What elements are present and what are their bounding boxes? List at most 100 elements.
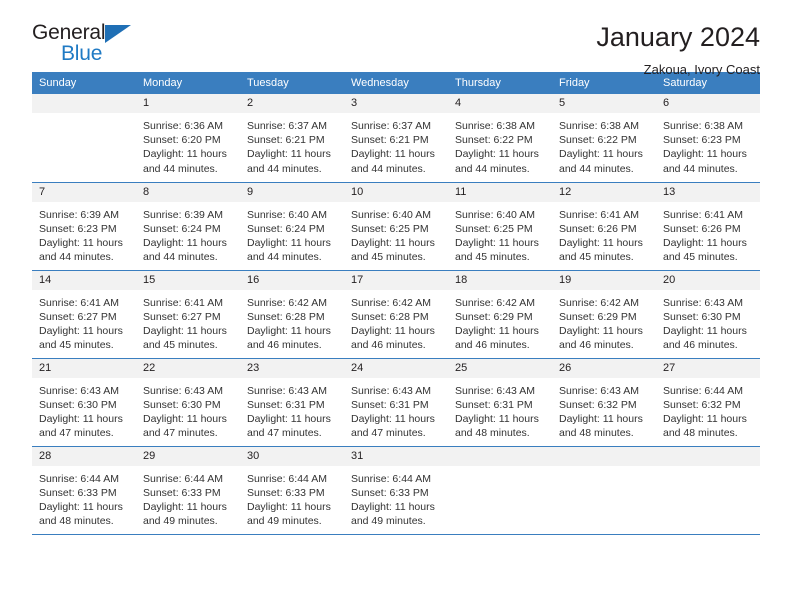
calendar-day-cell[interactable]: 6 Sunrise: 6:38 AM Sunset: 6:23 PM Daylight… <box>656 94 760 182</box>
calendar-empty-cell <box>552 446 656 534</box>
calendar-day-cell[interactable]: 25 Sunrise: 6:43 AM Sunset: 6:31 PM Dayligh… <box>448 358 552 446</box>
calendar-day-cell[interactable]: 18 Sunrise: 6:42 AM Sunset: 6:29 PM Dayligh… <box>448 270 552 358</box>
calendar-day-cell[interactable]: 4 Sunrise: 6:38 AM Sunset: 6:22 PM Daylight… <box>448 94 552 182</box>
daylight-text-line1: Daylight: 11 hours <box>455 412 539 425</box>
calendar-day-cell[interactable]: 13 Sunrise: 6:41 AM Sunset: 6:26 PM Dayligh… <box>656 182 760 270</box>
sunset-text: Sunset: 6:26 PM <box>559 222 637 235</box>
calendar-day-cell[interactable]: 15 Sunrise: 6:41 AM Sunset: 6:27 PM Dayligh… <box>136 270 240 358</box>
sunrise-text: Sunrise: 6:38 AM <box>455 120 535 132</box>
calendar-day-cell[interactable]: 19 Sunrise: 6:42 AM Sunset: 6:29 PM Dayligh… <box>552 270 656 358</box>
daylight-text-line2: and 45 minutes. <box>455 251 530 264</box>
day-details: Sunrise: 6:43 AM Sunset: 6:32 PM Daylight:… <box>552 378 656 441</box>
sunrise-text: Sunrise: 6:43 AM <box>559 384 639 397</box>
sunrise-text: Sunrise: 6:40 AM <box>247 208 327 221</box>
title-block: January 2024 Zakoua, Ivory Coast <box>596 22 760 77</box>
daylight-text-line1: Daylight: 11 hours <box>143 500 227 513</box>
calendar-day-cell[interactable]: 10 Sunrise: 6:40 AM Sunset: 6:25 PM Dayligh… <box>344 182 448 270</box>
sunset-text: Sunset: 6:31 PM <box>247 398 325 411</box>
calendar-table: Sunday Monday Tuesday Wednesday Thursday… <box>32 72 760 535</box>
day-details: Sunrise: 6:42 AM Sunset: 6:29 PM Daylight:… <box>552 290 656 353</box>
calendar-day-cell[interactable]: 28 Sunrise: 6:44 AM Sunset: 6:33 PM Dayligh… <box>32 446 136 534</box>
daylight-text-line1: Daylight: 11 hours <box>455 148 539 161</box>
calendar-day-cell[interactable]: 20 Sunrise: 6:43 AM Sunset: 6:30 PM Dayligh… <box>656 270 760 358</box>
day-number: 22 <box>136 358 240 378</box>
day-number: 10 <box>344 182 448 202</box>
day-details: Sunrise: 6:38 AM Sunset: 6:22 PM Daylight:… <box>448 113 552 176</box>
sunset-text: Sunset: 6:25 PM <box>455 222 533 235</box>
daylight-text-line2: and 47 minutes. <box>143 427 218 440</box>
daylight-text-line2: and 45 minutes. <box>559 251 634 264</box>
calendar-day-cell[interactable]: 30 Sunrise: 6:44 AM Sunset: 6:33 PM Dayligh… <box>240 446 344 534</box>
sunrise-text: Sunrise: 6:41 AM <box>143 296 223 309</box>
calendar-day-cell[interactable]: 2 Sunrise: 6:37 AM Sunset: 6:21 PM Daylight… <box>240 94 344 182</box>
calendar-day-cell[interactable]: 9 Sunrise: 6:40 AM Sunset: 6:24 PM Daylight… <box>240 182 344 270</box>
daylight-text-line1: Daylight: 11 hours <box>559 148 643 161</box>
calendar-day-cell[interactable]: 7 Sunrise: 6:39 AM Sunset: 6:23 PM Daylight… <box>32 182 136 270</box>
day-number: 7 <box>32 182 136 202</box>
daylight-text-line2: and 45 minutes. <box>143 339 218 352</box>
daylight-text-line1: Daylight: 11 hours <box>351 236 435 249</box>
day-number <box>448 446 552 466</box>
calendar-day-cell[interactable]: 1 Sunrise: 6:36 AM Sunset: 6:20 PM Daylight… <box>136 94 240 182</box>
calendar-day-cell[interactable]: 21 Sunrise: 6:43 AM Sunset: 6:30 PM Dayligh… <box>32 358 136 446</box>
calendar-day-cell[interactable]: 24 Sunrise: 6:43 AM Sunset: 6:31 PM Dayligh… <box>344 358 448 446</box>
calendar-day-cell[interactable]: 23 Sunrise: 6:43 AM Sunset: 6:31 PM Dayligh… <box>240 358 344 446</box>
day-number: 17 <box>344 270 448 290</box>
calendar-day-cell[interactable]: 26 Sunrise: 6:43 AM Sunset: 6:32 PM Dayligh… <box>552 358 656 446</box>
calendar-day-cell[interactable]: 8 Sunrise: 6:39 AM Sunset: 6:24 PM Daylight… <box>136 182 240 270</box>
daylight-text-line2: and 48 minutes. <box>663 427 738 440</box>
sunrise-text: Sunrise: 6:42 AM <box>559 296 639 309</box>
sunset-text: Sunset: 6:27 PM <box>39 310 117 323</box>
daylight-text-line1: Daylight: 11 hours <box>143 324 227 337</box>
calendar-body: 1 Sunrise: 6:36 AM Sunset: 6:20 PM Daylight… <box>32 94 760 534</box>
logo-triangle-icon <box>105 25 131 43</box>
sunrise-text: Sunrise: 6:42 AM <box>351 296 431 309</box>
daylight-text-line1: Daylight: 11 hours <box>559 236 643 249</box>
sunrise-text: Sunrise: 6:43 AM <box>455 384 535 397</box>
daylight-text-line1: Daylight: 11 hours <box>455 236 539 249</box>
daylight-text-line1: Daylight: 11 hours <box>247 500 331 513</box>
daylight-text-line2: and 44 minutes. <box>143 162 218 175</box>
calendar-day-cell[interactable]: 31 Sunrise: 6:44 AM Sunset: 6:33 PM Dayligh… <box>344 446 448 534</box>
sunset-text: Sunset: 6:23 PM <box>39 222 117 235</box>
day-details: Sunrise: 6:39 AM Sunset: 6:23 PM Daylight:… <box>32 202 136 265</box>
calendar-day-cell[interactable]: 11 Sunrise: 6:40 AM Sunset: 6:25 PM Dayligh… <box>448 182 552 270</box>
daylight-text-line1: Daylight: 11 hours <box>39 236 123 249</box>
day-details: Sunrise: 6:41 AM Sunset: 6:26 PM Daylight:… <box>656 202 760 265</box>
sunset-text: Sunset: 6:28 PM <box>351 310 429 323</box>
day-number: 29 <box>136 446 240 466</box>
day-details: Sunrise: 6:39 AM Sunset: 6:24 PM Daylight:… <box>136 202 240 265</box>
calendar-day-cell[interactable]: 22 Sunrise: 6:43 AM Sunset: 6:30 PM Dayligh… <box>136 358 240 446</box>
day-number: 2 <box>240 94 344 113</box>
calendar-day-cell[interactable]: 29 Sunrise: 6:44 AM Sunset: 6:33 PM Dayligh… <box>136 446 240 534</box>
daylight-text-line1: Daylight: 11 hours <box>455 324 539 337</box>
day-number: 3 <box>344 94 448 113</box>
calendar-day-cell[interactable]: 5 Sunrise: 6:38 AM Sunset: 6:22 PM Daylight… <box>552 94 656 182</box>
daylight-text-line2: and 44 minutes. <box>559 162 634 175</box>
calendar-day-cell[interactable]: 3 Sunrise: 6:37 AM Sunset: 6:21 PM Daylight… <box>344 94 448 182</box>
sunset-text: Sunset: 6:24 PM <box>143 222 221 235</box>
calendar-day-cell[interactable]: 16 Sunrise: 6:42 AM Sunset: 6:28 PM Dayligh… <box>240 270 344 358</box>
day-details: Sunrise: 6:43 AM Sunset: 6:30 PM Daylight:… <box>136 378 240 441</box>
calendar-day-cell[interactable]: 17 Sunrise: 6:42 AM Sunset: 6:28 PM Dayligh… <box>344 270 448 358</box>
daylight-text-line2: and 49 minutes. <box>351 515 426 528</box>
daylight-text-line2: and 46 minutes. <box>559 339 634 352</box>
day-number: 8 <box>136 182 240 202</box>
daylight-text-line1: Daylight: 11 hours <box>247 148 331 161</box>
day-details: Sunrise: 6:43 AM Sunset: 6:31 PM Daylight:… <box>448 378 552 441</box>
daylight-text-line1: Daylight: 11 hours <box>559 324 643 337</box>
calendar-day-cell[interactable]: 27 Sunrise: 6:44 AM Sunset: 6:32 PM Dayligh… <box>656 358 760 446</box>
day-details: Sunrise: 6:43 AM Sunset: 6:30 PM Daylight:… <box>656 290 760 353</box>
calendar-page: General Blue January 2024 Zakoua, Ivory … <box>0 0 792 612</box>
sunrise-text: Sunrise: 6:40 AM <box>351 208 431 221</box>
calendar-day-cell[interactable]: 12 Sunrise: 6:41 AM Sunset: 6:26 PM Dayligh… <box>552 182 656 270</box>
sunset-text: Sunset: 6:32 PM <box>559 398 637 411</box>
sunrise-text: Sunrise: 6:38 AM <box>663 120 743 132</box>
day-number: 30 <box>240 446 344 466</box>
calendar-day-cell[interactable]: 14 Sunrise: 6:41 AM Sunset: 6:27 PM Dayligh… <box>32 270 136 358</box>
sunset-text: Sunset: 6:21 PM <box>247 134 325 147</box>
general-blue-logo[interactable]: General Blue <box>32 22 142 72</box>
sunset-text: Sunset: 6:30 PM <box>39 398 117 411</box>
day-number: 27 <box>656 358 760 378</box>
day-details: Sunrise: 6:37 AM Sunset: 6:21 PM Daylight:… <box>240 113 344 176</box>
